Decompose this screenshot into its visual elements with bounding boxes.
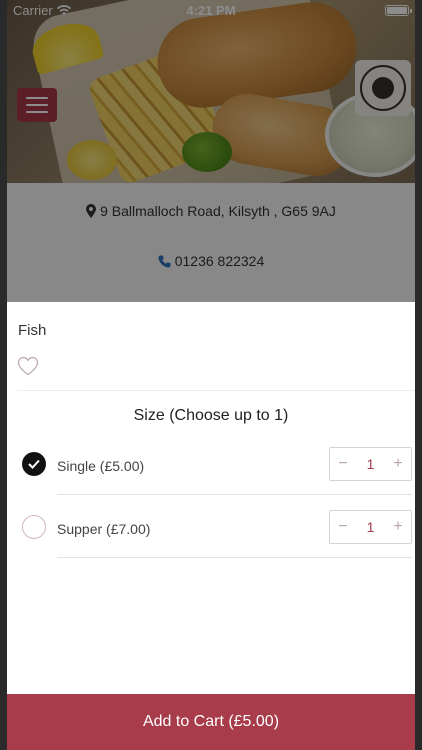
option-group-title: Size (Choose up to 1) (133, 407, 289, 424)
divider (57, 557, 412, 558)
option-row-single[interactable]: Single (£5.00) − 1 + (7, 432, 415, 495)
checkbox-checked[interactable] (22, 452, 46, 476)
option-label: Single (£5.00) (57, 458, 145, 474)
plus-icon[interactable]: + (391, 455, 405, 473)
item-options-sheet: Fish Size (Choose up to 1) Single (£5.00… (7, 302, 415, 750)
modal-backdrop[interactable] (7, 0, 415, 302)
divider (17, 390, 415, 391)
checkbox-unchecked[interactable] (22, 515, 46, 539)
option-label: Supper (£7.00) (57, 521, 151, 537)
minus-icon[interactable]: − (336, 455, 350, 473)
quantity-value: 1 (366, 519, 375, 535)
plus-icon[interactable]: + (391, 518, 405, 536)
option-row-supper[interactable]: Supper (£7.00) − 1 + (7, 495, 415, 558)
checkmark-icon (28, 459, 40, 469)
add-to-cart-button[interactable]: Add to Cart (£5.00) (7, 694, 415, 750)
quantity-stepper: − 1 + (329, 510, 412, 544)
screen: Carrier 4:21 PM 9 Ballmalloch Road, Kils… (7, 0, 415, 750)
heart-outline-icon[interactable] (17, 356, 39, 376)
minus-icon[interactable]: − (336, 518, 350, 536)
quantity-value: 1 (366, 456, 375, 472)
quantity-stepper: − 1 + (329, 447, 412, 481)
item-title: Fish (18, 322, 47, 339)
